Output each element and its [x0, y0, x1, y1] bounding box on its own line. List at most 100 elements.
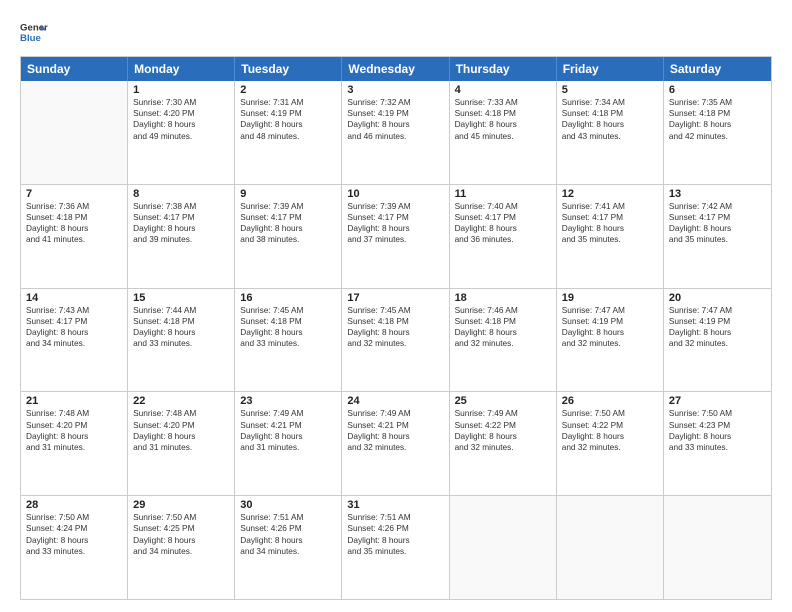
cell-line: Sunset: 4:21 PM: [240, 420, 336, 431]
cell-line: Sunrise: 7:46 AM: [455, 305, 551, 316]
cell-line: Sunset: 4:25 PM: [133, 523, 229, 534]
cell-line: Sunrise: 7:33 AM: [455, 97, 551, 108]
cell-line: Sunset: 4:17 PM: [669, 212, 766, 223]
cell-line: Sunrise: 7:41 AM: [562, 201, 658, 212]
cell-line: Sunrise: 7:38 AM: [133, 201, 229, 212]
cell-line: Sunrise: 7:51 AM: [347, 512, 443, 523]
day-number: 22: [133, 395, 229, 407]
weekday-header-friday: Friday: [557, 57, 664, 81]
cell-line: Daylight: 8 hours: [347, 535, 443, 546]
weekday-header-wednesday: Wednesday: [342, 57, 449, 81]
cell-line: Daylight: 8 hours: [240, 223, 336, 234]
calendar-cell: 5Sunrise: 7:34 AMSunset: 4:18 PMDaylight…: [557, 81, 664, 184]
calendar-cell: 29Sunrise: 7:50 AMSunset: 4:25 PMDayligh…: [128, 496, 235, 599]
calendar-cell: 31Sunrise: 7:51 AMSunset: 4:26 PMDayligh…: [342, 496, 449, 599]
calendar-cell: 20Sunrise: 7:47 AMSunset: 4:19 PMDayligh…: [664, 289, 771, 392]
day-number: 23: [240, 395, 336, 407]
cell-line: and 38 minutes.: [240, 234, 336, 245]
calendar-cell: [21, 81, 128, 184]
calendar-cell: 15Sunrise: 7:44 AMSunset: 4:18 PMDayligh…: [128, 289, 235, 392]
cell-line: Sunset: 4:18 PM: [455, 316, 551, 327]
day-number: 7: [26, 188, 122, 200]
cell-line: and 32 minutes.: [669, 338, 766, 349]
cell-line: Sunset: 4:18 PM: [347, 316, 443, 327]
calendar-cell: 25Sunrise: 7:49 AMSunset: 4:22 PMDayligh…: [450, 392, 557, 495]
cell-line: Sunrise: 7:32 AM: [347, 97, 443, 108]
cell-line: and 32 minutes.: [455, 442, 551, 453]
calendar-cell: 27Sunrise: 7:50 AMSunset: 4:23 PMDayligh…: [664, 392, 771, 495]
cell-line: Sunset: 4:19 PM: [347, 108, 443, 119]
cell-line: Sunrise: 7:39 AM: [240, 201, 336, 212]
cell-line: Sunset: 4:24 PM: [26, 523, 122, 534]
day-number: 19: [562, 292, 658, 304]
day-number: 8: [133, 188, 229, 200]
cell-line: and 49 minutes.: [133, 131, 229, 142]
calendar-row-4: 28Sunrise: 7:50 AMSunset: 4:24 PMDayligh…: [21, 495, 771, 599]
calendar-row-3: 21Sunrise: 7:48 AMSunset: 4:20 PMDayligh…: [21, 391, 771, 495]
cell-line: Sunrise: 7:30 AM: [133, 97, 229, 108]
cell-line: Daylight: 8 hours: [240, 327, 336, 338]
calendar-cell: 16Sunrise: 7:45 AMSunset: 4:18 PMDayligh…: [235, 289, 342, 392]
day-number: 10: [347, 188, 443, 200]
cell-line: Sunset: 4:17 PM: [26, 316, 122, 327]
day-number: 4: [455, 84, 551, 96]
cell-line: Sunset: 4:26 PM: [240, 523, 336, 534]
day-number: 25: [455, 395, 551, 407]
day-number: 9: [240, 188, 336, 200]
cell-line: and 34 minutes.: [240, 546, 336, 557]
cell-line: and 32 minutes.: [562, 338, 658, 349]
cell-line: Sunrise: 7:50 AM: [562, 408, 658, 419]
cell-line: Daylight: 8 hours: [26, 535, 122, 546]
logo: General Blue: [20, 18, 48, 46]
cell-line: and 32 minutes.: [455, 338, 551, 349]
calendar-cell: 19Sunrise: 7:47 AMSunset: 4:19 PMDayligh…: [557, 289, 664, 392]
cell-line: Daylight: 8 hours: [455, 119, 551, 130]
cell-line: Sunrise: 7:49 AM: [455, 408, 551, 419]
calendar-cell: 7Sunrise: 7:36 AMSunset: 4:18 PMDaylight…: [21, 185, 128, 288]
day-number: 26: [562, 395, 658, 407]
calendar-cell: 3Sunrise: 7:32 AMSunset: 4:19 PMDaylight…: [342, 81, 449, 184]
calendar-cell: [664, 496, 771, 599]
cell-line: and 33 minutes.: [26, 546, 122, 557]
calendar-cell: 30Sunrise: 7:51 AMSunset: 4:26 PMDayligh…: [235, 496, 342, 599]
cell-line: Sunrise: 7:44 AM: [133, 305, 229, 316]
cell-line: Sunset: 4:17 PM: [133, 212, 229, 223]
cell-line: and 35 minutes.: [669, 234, 766, 245]
cell-line: Daylight: 8 hours: [133, 327, 229, 338]
calendar-cell: 9Sunrise: 7:39 AMSunset: 4:17 PMDaylight…: [235, 185, 342, 288]
cell-line: Daylight: 8 hours: [562, 327, 658, 338]
cell-line: and 36 minutes.: [455, 234, 551, 245]
cell-line: Sunset: 4:20 PM: [26, 420, 122, 431]
cell-line: Daylight: 8 hours: [347, 223, 443, 234]
cell-line: Sunset: 4:22 PM: [455, 420, 551, 431]
calendar-body: 1Sunrise: 7:30 AMSunset: 4:20 PMDaylight…: [21, 81, 771, 599]
cell-line: Sunset: 4:18 PM: [455, 108, 551, 119]
svg-text:Blue: Blue: [20, 33, 41, 44]
cell-line: Daylight: 8 hours: [240, 119, 336, 130]
cell-line: and 33 minutes.: [133, 338, 229, 349]
calendar-cell: 13Sunrise: 7:42 AMSunset: 4:17 PMDayligh…: [664, 185, 771, 288]
day-number: 15: [133, 292, 229, 304]
calendar-cell: 4Sunrise: 7:33 AMSunset: 4:18 PMDaylight…: [450, 81, 557, 184]
day-number: 20: [669, 292, 766, 304]
cell-line: Sunrise: 7:47 AM: [669, 305, 766, 316]
day-number: 28: [26, 499, 122, 511]
day-number: 31: [347, 499, 443, 511]
cell-line: and 32 minutes.: [347, 338, 443, 349]
calendar-cell: 2Sunrise: 7:31 AMSunset: 4:19 PMDaylight…: [235, 81, 342, 184]
cell-line: Daylight: 8 hours: [669, 223, 766, 234]
day-number: 2: [240, 84, 336, 96]
calendar-cell: 18Sunrise: 7:46 AMSunset: 4:18 PMDayligh…: [450, 289, 557, 392]
cell-line: Sunset: 4:19 PM: [669, 316, 766, 327]
cell-line: and 32 minutes.: [347, 442, 443, 453]
page: General Blue SundayMondayTuesdayWednesda…: [0, 0, 792, 612]
calendar-row-2: 14Sunrise: 7:43 AMSunset: 4:17 PMDayligh…: [21, 288, 771, 392]
day-number: 6: [669, 84, 766, 96]
cell-line: Daylight: 8 hours: [455, 431, 551, 442]
cell-line: Sunrise: 7:48 AM: [133, 408, 229, 419]
cell-line: Daylight: 8 hours: [26, 327, 122, 338]
cell-line: Sunrise: 7:49 AM: [347, 408, 443, 419]
cell-line: Sunrise: 7:43 AM: [26, 305, 122, 316]
header: General Blue: [20, 18, 772, 46]
calendar: SundayMondayTuesdayWednesdayThursdayFrid…: [20, 56, 772, 600]
